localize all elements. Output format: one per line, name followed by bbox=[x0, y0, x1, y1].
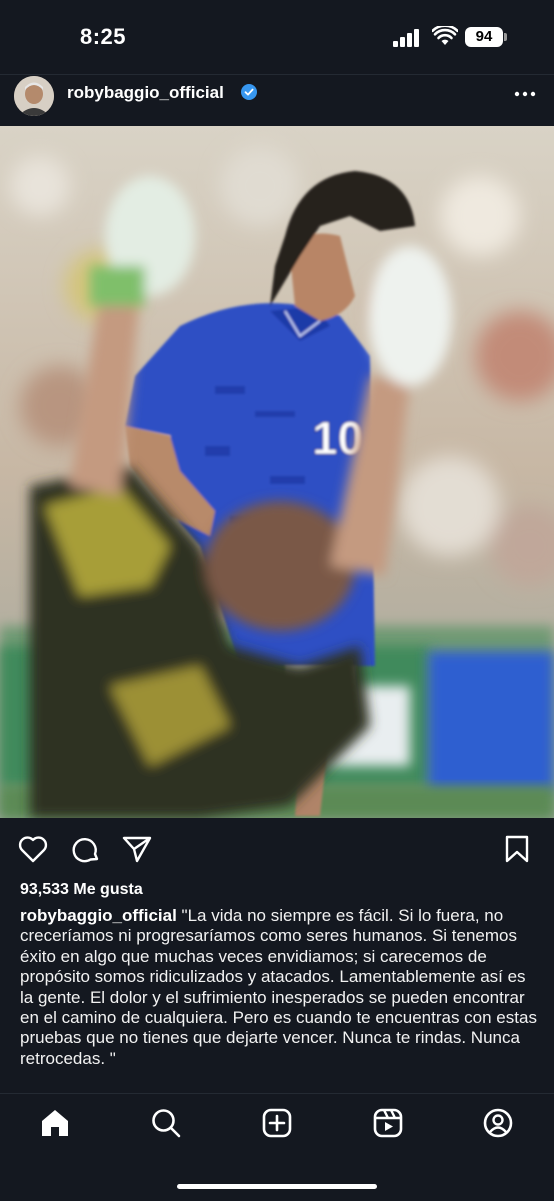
post-photo[interactable]: 10 bbox=[0, 126, 554, 818]
bookmark-icon[interactable] bbox=[505, 835, 529, 863]
post-actions bbox=[0, 818, 554, 880]
post-caption: robybaggio_official "La vida no siempre … bbox=[20, 906, 540, 1069]
more-options-icon[interactable] bbox=[514, 83, 536, 105]
share-icon[interactable] bbox=[122, 835, 152, 863]
post-header: robybaggio_official bbox=[0, 74, 554, 127]
verified-badge-icon bbox=[241, 84, 257, 100]
comment-icon[interactable] bbox=[71, 835, 101, 865]
profile-icon[interactable] bbox=[483, 1108, 513, 1138]
search-icon[interactable] bbox=[151, 1108, 181, 1138]
like-count[interactable]: 93,533 Me gusta bbox=[20, 881, 143, 899]
post-username[interactable]: robybaggio_official bbox=[67, 83, 224, 103]
avatar[interactable] bbox=[14, 76, 54, 116]
battery-cap bbox=[504, 33, 507, 41]
home-indicator[interactable] bbox=[177, 1184, 377, 1189]
caption-username[interactable]: robybaggio_official bbox=[20, 906, 177, 925]
status-time: 8:25 bbox=[80, 24, 127, 49]
home-icon[interactable] bbox=[40, 1108, 70, 1138]
heart-icon[interactable] bbox=[18, 835, 48, 863]
battery-indicator: 94 bbox=[465, 27, 503, 47]
cellular-signal-icon bbox=[393, 29, 419, 47]
wifi-icon bbox=[432, 26, 458, 45]
status-bar: 8:25 94 bbox=[0, 0, 554, 74]
create-icon[interactable] bbox=[262, 1108, 292, 1138]
reels-icon[interactable] bbox=[373, 1108, 403, 1138]
caption-text: "La vida no siempre es fácil. Si lo fuer… bbox=[20, 906, 537, 1068]
